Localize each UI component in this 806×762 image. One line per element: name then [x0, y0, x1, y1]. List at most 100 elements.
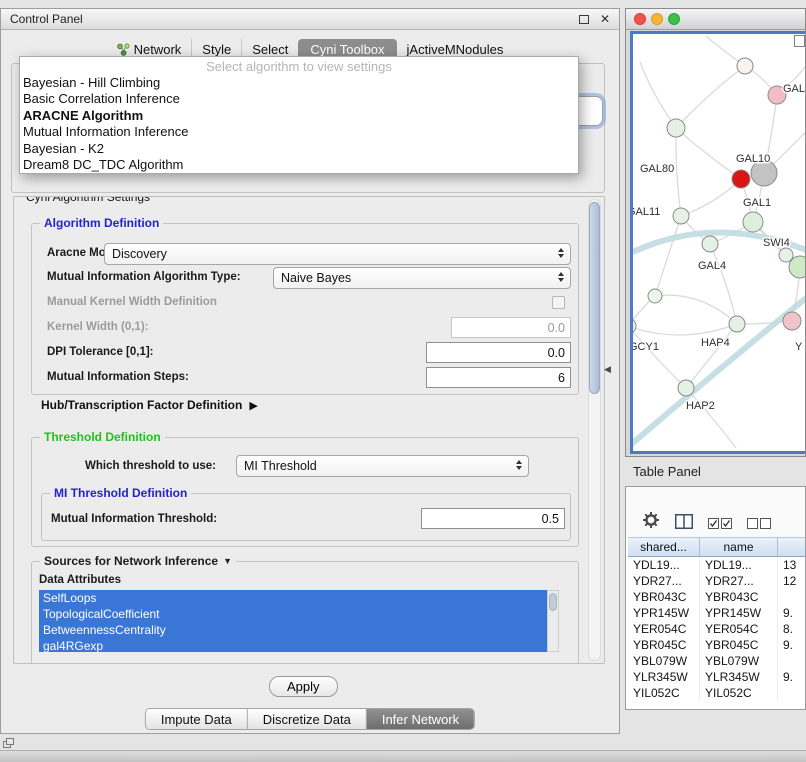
network-node[interactable] — [678, 380, 694, 396]
network-edge[interactable] — [633, 324, 737, 335]
zoom-traffic-light-icon[interactable] — [668, 13, 680, 25]
network-edge[interactable] — [686, 388, 736, 448]
float-window-icon[interactable] — [579, 15, 589, 24]
select-all-button[interactable] — [708, 518, 732, 529]
apply-button[interactable]: Apply — [269, 676, 338, 697]
mi-algorithm-type-combobox[interactable]: Naive Bayes — [273, 267, 571, 289]
table-cell: YER054C — [700, 621, 778, 637]
attribute-item-gal4rgexp[interactable]: gal4RGexp — [39, 638, 547, 652]
table-cell: YDL19... — [700, 557, 778, 573]
algorithm-option-mutual-information-inference[interactable]: Mutual Information Inference — [20, 124, 578, 140]
table-row[interactable]: YER054CYER054C8. — [628, 621, 805, 637]
table-cell: YPR145W — [628, 605, 700, 621]
network-node[interactable] — [633, 318, 636, 334]
hub-definition-expander[interactable]: Hub/Transcription Factor Definition ▶ — [41, 398, 258, 412]
mi-threshold-field[interactable]: 0.5 — [421, 508, 565, 529]
dpi-tolerance-field[interactable]: 0.0 — [426, 342, 571, 363]
network-node[interactable] — [732, 170, 750, 188]
mi-steps-field[interactable]: 6 — [426, 367, 571, 388]
table-row[interactable]: YLR345WYLR345W9. — [628, 669, 805, 685]
settings-scrollbar-thumb[interactable] — [589, 202, 600, 394]
bottom-tab-infer-network[interactable]: Infer Network — [367, 709, 474, 729]
table-row[interactable]: YBR043CYBR043C — [628, 589, 805, 605]
network-edge[interactable] — [655, 295, 737, 324]
network-canvas[interactable]: GAL8GAL80GAL10GAL11GAL1SWI4GAL4GCY1HAP4Y… — [630, 31, 806, 454]
network-node[interactable] — [673, 208, 689, 224]
cyni-algorithm-settings-group: Cyni Algorithm Settings Algorithm Defini… — [13, 196, 605, 664]
minimize-traffic-light-icon[interactable] — [651, 13, 663, 25]
network-edge[interactable] — [710, 244, 737, 324]
network-node[interactable] — [648, 289, 662, 303]
network-edge[interactable] — [676, 128, 741, 179]
sources-title[interactable]: Sources for Network Inference ▼ — [40, 554, 236, 568]
network-node[interactable] — [783, 312, 801, 330]
algorithm-option-basic-correlation-inference[interactable]: Basic Correlation Inference — [20, 91, 578, 107]
algorithm-option-bayesian-hill-climbing[interactable]: Bayesian - Hill Climbing — [20, 75, 578, 91]
table-columns-button[interactable] — [675, 514, 693, 529]
network-edge[interactable] — [676, 66, 745, 128]
attributes-list-scrollbar[interactable] — [547, 590, 559, 652]
attribute-item-selfloops[interactable]: SelfLoops — [39, 590, 547, 606]
bottom-tab-impute-data[interactable]: Impute Data — [146, 709, 248, 729]
close-traffic-light-icon[interactable] — [634, 13, 646, 25]
panel-collapse-arrow-icon[interactable]: ◀ — [604, 364, 611, 375]
combobox-arrows-icon — [558, 272, 564, 282]
table-panel-body: shared...name YDL19...YDL19...13YDR27...… — [625, 486, 806, 710]
control-panel-titlebar[interactable]: Control Panel ✕ — [1, 9, 619, 30]
network-node[interactable] — [667, 119, 685, 137]
algorithm-dropdown-popup: Select algorithm to view settings Bayesi… — [19, 56, 579, 174]
kernel-width-field[interactable]: 0.0 — [451, 317, 571, 338]
combobox-arrows-icon — [558, 248, 564, 258]
table-column-header-2[interactable]: name — [700, 537, 778, 557]
columns-icon — [675, 514, 693, 529]
settings-scrollbar[interactable] — [588, 199, 601, 661]
table-cell — [778, 685, 806, 701]
table-row[interactable]: YDL19...YDL19...13 — [628, 557, 805, 573]
network-view-window: GAL8GAL80GAL10GAL11GAL1SWI4GAL4GCY1HAP4Y… — [625, 8, 806, 457]
network-node[interactable] — [779, 248, 793, 262]
network-node[interactable] — [702, 236, 718, 252]
network-edge[interactable] — [681, 179, 741, 216]
table-row[interactable]: YBR045CYBR045C9. — [628, 637, 805, 653]
network-edge-highlighted[interactable] — [633, 298, 806, 448]
table-row[interactable]: YIL052CYIL052C — [628, 685, 805, 701]
attribute-item-betweennesscentrality[interactable]: BetweennessCentrality — [39, 622, 547, 638]
network-node-label: GAL4 — [698, 260, 726, 272]
table-column-header-1[interactable]: shared... — [628, 537, 700, 557]
table-settings-button[interactable] — [642, 511, 660, 529]
which-threshold-combobox[interactable]: MI Threshold — [236, 455, 529, 477]
window-restore-icon[interactable] — [3, 738, 16, 750]
manual-kernel-width-checkbox[interactable] — [552, 296, 565, 309]
attribute-item-topologicalcoefficient[interactable]: TopologicalCoefficient — [39, 606, 547, 622]
network-edge[interactable] — [640, 62, 676, 128]
network-edge[interactable] — [655, 216, 681, 296]
table-column-header-3[interactable] — [778, 537, 806, 557]
network-graph: GAL8GAL80GAL10GAL11GAL1SWI4GAL4GCY1HAP4Y… — [633, 34, 806, 451]
network-node[interactable] — [729, 316, 745, 332]
network-node[interactable] — [789, 256, 806, 278]
network-node[interactable] — [743, 212, 763, 232]
combobox-arrows-icon — [516, 460, 522, 470]
table-row[interactable]: YBL079WYBL079W — [628, 653, 805, 669]
close-icon[interactable]: ✕ — [600, 14, 610, 24]
attributes-scrollbar-thumb[interactable] — [549, 593, 557, 611]
network-edge[interactable] — [676, 128, 681, 216]
table-row[interactable]: YPR145WYPR145W9. — [628, 605, 805, 621]
network-window-titlebar[interactable] — [626, 9, 805, 30]
network-node[interactable] — [737, 58, 753, 74]
kernel-width-label: Kernel Width (0,1): — [47, 321, 148, 333]
bottom-tab-discretize-data[interactable]: Discretize Data — [248, 709, 367, 729]
table-cell: YLR345W — [628, 669, 700, 685]
deselect-all-button[interactable] — [747, 518, 771, 529]
aracne-mode-combobox[interactable]: Discovery — [104, 243, 571, 265]
data-attributes-list[interactable]: SelfLoopsTopologicalCoefficientBetweenne… — [39, 590, 547, 652]
table-cell: 9. — [778, 637, 806, 653]
network-scroll-corner[interactable] — [794, 35, 805, 47]
algorithm-option-aracne-algorithm[interactable]: ARACNE Algorithm — [20, 108, 578, 124]
table-row[interactable]: YDR27...YDR27...12 — [628, 573, 805, 589]
which-threshold-value: MI Threshold — [244, 459, 317, 473]
algorithm-option-bayesian-k2[interactable]: Bayesian - K2 — [20, 141, 578, 157]
algorithm-option-dream8-dc-tdc-algorithm[interactable]: Dream8 DC_TDC Algorithm — [20, 157, 578, 173]
mi-threshold-label: Mutual Information Threshold: — [51, 513, 217, 525]
table-cell: YBR043C — [628, 589, 700, 605]
